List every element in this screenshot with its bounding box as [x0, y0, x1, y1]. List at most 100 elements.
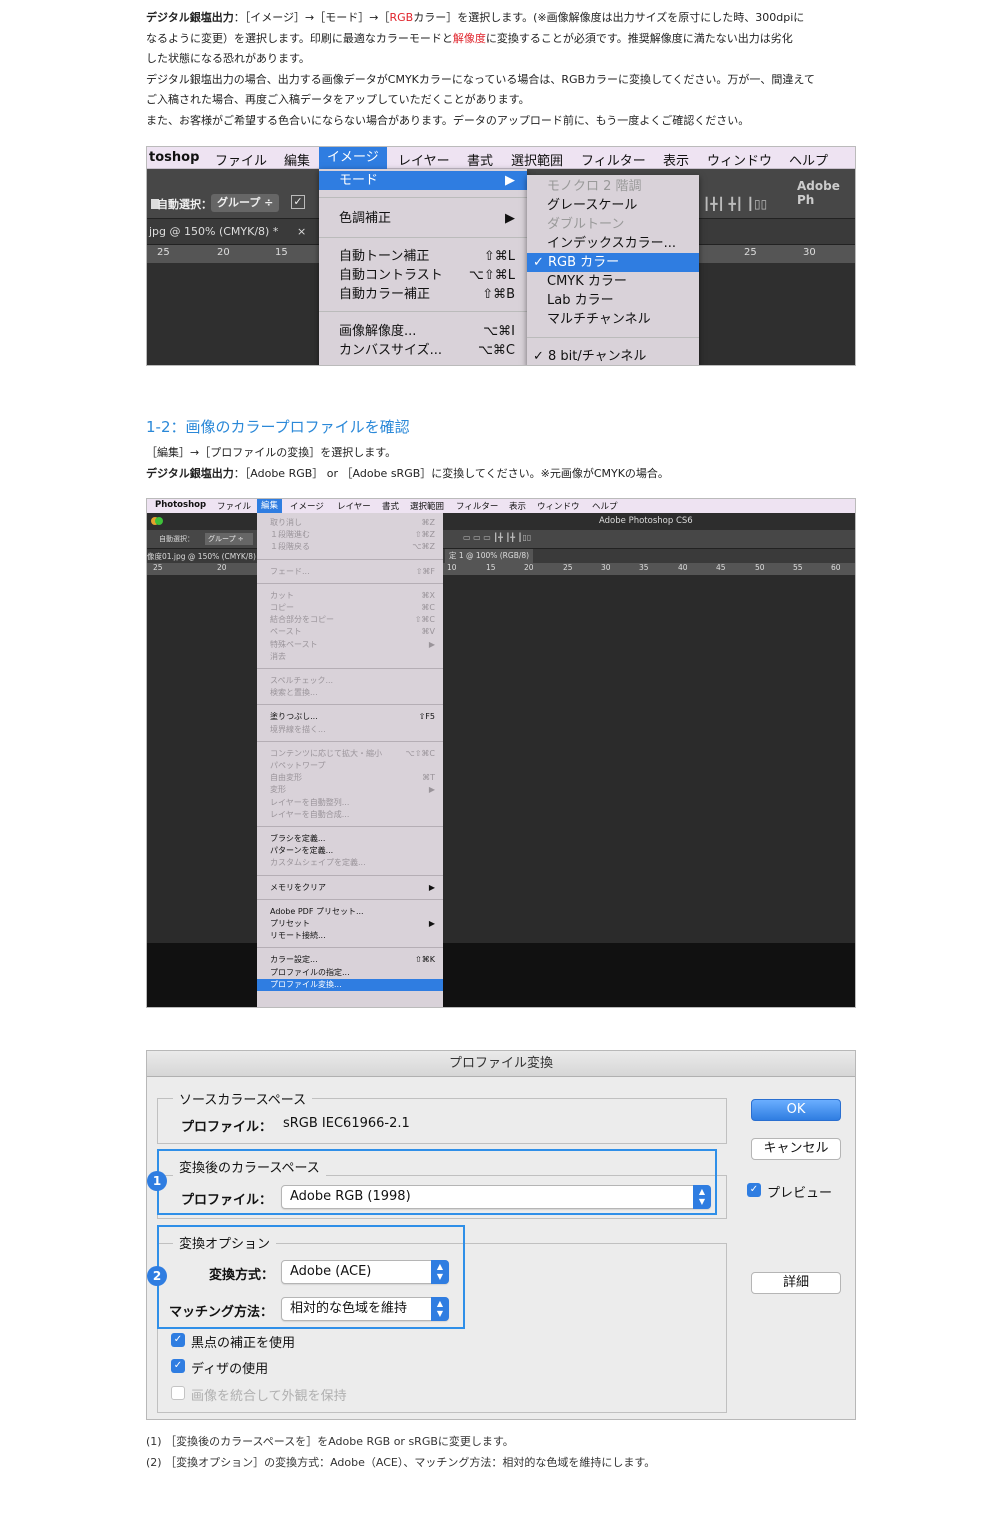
menu-item-cmyk-color[interactable]: CMYK カラー [527, 272, 699, 291]
edit-menu-item[interactable]: プロファイルの指定... [257, 967, 443, 979]
edit-menu-item[interactable]: カット ⌘X [257, 590, 443, 602]
edit-menu-item[interactable]: 消去 [257, 651, 443, 663]
menu-item-label: カラー設定... [270, 955, 318, 965]
edit-menu-item[interactable]: リモート接続... [257, 930, 443, 942]
dither-checkbox[interactable]: ✓ [171, 1359, 185, 1373]
document-tab[interactable]: jpg @ 150% (CMYK/8) * [149, 225, 278, 238]
menu-item-label: パターンを定義... [270, 846, 334, 856]
edit-menu-item[interactable]: １段階戻る ⌥⌘Z [257, 541, 443, 553]
preview-checkbox[interactable]: ✓ [747, 1183, 761, 1197]
menu-item-shortcut: ⌘Z [421, 518, 435, 527]
advanced-button[interactable]: 詳細 [751, 1272, 841, 1294]
menu-image[interactable]: イメージ [290, 500, 324, 512]
menu-item-label: カット [270, 590, 294, 600]
menu-type[interactable]: 書式 [382, 500, 399, 512]
menu-select[interactable]: 選択範囲 [511, 150, 563, 169]
edit-menu-item[interactable]: コンテンツに応じて拡大・縮小 ⌥⇧⌘C [257, 748, 443, 760]
edit-menu-item[interactable]: 特殊ペースト ▶ [257, 639, 443, 651]
cancel-button[interactable]: キャンセル [751, 1138, 841, 1160]
align-icons[interactable]: ┃╋┃ ╋┃ ┃▯▯ [703, 197, 767, 211]
edit-menu-item[interactable]: プリセット ▶ [257, 918, 443, 930]
edit-menu-item[interactable]: １段階進む ⇧⌘Z [257, 529, 443, 541]
edit-menu-item[interactable]: Adobe PDF プリセット... [257, 906, 443, 918]
edit-menu-item[interactable]: 境界線を描く... [257, 724, 443, 736]
edit-menu-item[interactable]: 塗りつぶし... ⇧F5 [257, 711, 443, 723]
edit-menu-item[interactable]: ブラシを定義... [257, 833, 443, 845]
document-tab-rgb[interactable]: 定 1 @ 100% (RGB/8) [445, 549, 534, 563]
menu-select[interactable]: 選択範囲 [410, 500, 444, 512]
edit-menu-item[interactable]: パターンを定義... [257, 845, 443, 857]
dialog-title: プロファイル変換 [147, 1051, 855, 1077]
menu-app[interactable]: Photoshop [155, 500, 206, 510]
menu-filter[interactable]: フィルター [581, 150, 646, 169]
auto-select-label: 自動選択： [159, 535, 194, 543]
menu-item-label: Adobe PDF プリセット... [270, 906, 364, 916]
menu-item-lab-color[interactable]: Lab カラー [527, 291, 699, 310]
menu-view[interactable]: 表示 [509, 500, 526, 512]
group-select[interactable]: グループ ÷ [211, 194, 279, 212]
document-tab-cmyk[interactable]: 像度01.jpg @ 150% (CMYK/8) [147, 551, 256, 562]
menu-item-duotone[interactable]: ダブルトーン [527, 215, 699, 234]
menu-item-image-size[interactable]: 画像解像度... ⌥⌘I [319, 322, 527, 341]
menu-item-grayscale[interactable]: グレースケール [527, 196, 699, 215]
menu-edit[interactable]: 編集 [284, 150, 310, 169]
close-icon[interactable]: × [297, 225, 306, 238]
menu-item-rgb-color[interactable]: ✓ RGB カラー [527, 253, 699, 272]
dither-label: ディザの使用 [191, 1362, 269, 1377]
align-icons[interactable]: ▭ ▭ ▭ ┃╋ ┃╋ ┃▯▯ [463, 533, 531, 542]
screenshot-image-mode-menu: toshop ファイル 編集 イメージ レイヤー 書式 選択範囲 フィルター 表… [146, 146, 856, 366]
menu-item-8bit[interactable]: ✓ 8 bit/チャンネル [527, 347, 699, 365]
edit-menu-item[interactable]: 自由変形 ⌘T [257, 772, 443, 784]
window-zoom-icon[interactable] [155, 517, 163, 525]
edit-menu-item[interactable]: 変形 ▶ [257, 784, 443, 796]
menu-filter[interactable]: フィルター [456, 500, 498, 512]
menu-image[interactable]: イメージ [319, 147, 387, 169]
menu-layer[interactable]: レイヤー [398, 150, 450, 169]
check-icon[interactable]: ✓ [291, 195, 305, 209]
edit-menu-item[interactable]: コピー ⌘C [257, 602, 443, 614]
edit-menu-item[interactable]: フェード... ⇧⌘F [257, 566, 443, 578]
menu-app[interactable]: toshop [149, 150, 199, 165]
menu-window[interactable]: ウィンドウ [537, 500, 580, 512]
edit-menu-item[interactable]: 結合部分をコピー ⇧⌘C [257, 614, 443, 626]
menu-file[interactable]: ファイル [217, 500, 251, 512]
menu-item-auto-contrast[interactable]: 自動コントラスト ⌥⇧⌘L [319, 266, 527, 285]
menu-item-multichannel[interactable]: マルチチャンネル [527, 310, 699, 329]
edit-menu-item[interactable]: カスタムシェイプを定義... [257, 857, 443, 869]
edit-menu-item[interactable]: 検索と置換... [257, 687, 443, 699]
shortcut: ⇧⌘L [483, 249, 515, 264]
edit-menu-item[interactable]: パペットワープ [257, 760, 443, 772]
menu-help[interactable]: ヘルプ [592, 500, 618, 512]
edit-menu-item[interactable]: レイヤーを自動整列... [257, 797, 443, 809]
menu-type[interactable]: 書式 [467, 150, 493, 169]
menu-window[interactable]: ウィンドウ [707, 150, 772, 169]
edit-menu-item[interactable]: プロファイル変換... [257, 978, 443, 991]
menu-item-canvas-size[interactable]: カンバスサイズ... ⌥⌘C [319, 341, 527, 360]
menu-item-adjustments[interactable]: 色調補正 ▶ [319, 209, 527, 228]
menu-file[interactable]: ファイル [215, 150, 267, 169]
menu-item-label: １段階進む [270, 530, 310, 540]
intro-line1b: カラー］を選択します。(※画像解像度は出力サイズを原寸にした時、300dpiに [413, 11, 805, 24]
ruler-tick: 15 [275, 247, 288, 258]
menu-help[interactable]: ヘルプ [789, 150, 828, 169]
blackpoint-checkbox[interactable]: ✓ [171, 1333, 185, 1347]
edit-menu-item[interactable]: カラー設定... ⇧⌘K [257, 954, 443, 966]
menu-item-mode[interactable]: モード ▶ [319, 171, 527, 190]
ok-button[interactable]: OK [751, 1099, 841, 1121]
menu-edit[interactable]: 編集 [257, 499, 283, 513]
menu-item-label: １段階戻る [270, 542, 310, 552]
edit-menu-item[interactable]: メモリをクリア ▶ [257, 882, 443, 894]
edit-menu-item[interactable]: スペルチェック... [257, 675, 443, 687]
edit-menu-item[interactable]: 取り消し ⌘Z [257, 517, 443, 529]
menu-item-auto-color[interactable]: 自動カラー補正 ⇧⌘B [319, 285, 527, 304]
intro-red-rgb: RGB [389, 11, 414, 24]
menu-layer[interactable]: レイヤー [337, 500, 371, 512]
group-select[interactable]: グループ ÷ [205, 533, 253, 545]
edit-menu-item[interactable]: ペースト ⌘V [257, 626, 443, 638]
menu-item-auto-tone[interactable]: 自動トーン補正 ⇧⌘L [319, 247, 527, 266]
flatten-checkbox[interactable] [171, 1386, 185, 1400]
menu-item-indexed-color[interactable]: インデックスカラー... [527, 234, 699, 253]
edit-menu-item[interactable]: レイヤーを自動合成... [257, 809, 443, 821]
menu-view[interactable]: 表示 [663, 150, 689, 169]
menu-item-bitmap[interactable]: モノクロ 2 階調 [527, 177, 699, 196]
